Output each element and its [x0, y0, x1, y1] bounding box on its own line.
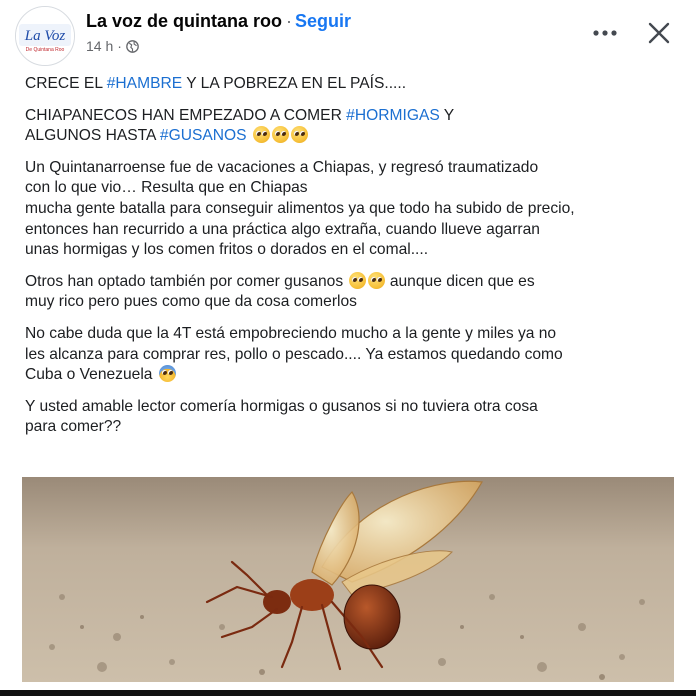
post-photo[interactable] [22, 477, 674, 682]
text-line: CHIAPANECOS HAN EMPEZADO A COMER #HORMIG… [25, 106, 675, 127]
post-timestamp[interactable]: 14 h [86, 38, 113, 54]
text-span: Y [439, 106, 455, 124]
text-line: entonces han recurrido a una práctica al… [25, 220, 540, 238]
text-line: Otros han optado también por comer gusan… [25, 271, 675, 293]
text-span: CHIAPANECOS HAN EMPEZADO A COMER [25, 106, 347, 124]
post-meta: 14 h · [86, 38, 139, 54]
more-options-button[interactable] [590, 18, 620, 48]
hashtag-gusanos[interactable]: #GUSANOS [160, 127, 247, 144]
text-line: CRECE EL #HAMBRE Y LA POBREZA EN EL PAÍS… [25, 74, 675, 95]
text-line: les alcanza para comprar res, pollo o pe… [25, 345, 563, 363]
text-line: con lo que vio… Resulta que en Chiapas [25, 179, 308, 197]
name-separator: · [286, 11, 293, 31]
text-span: aunque dicen que es [389, 272, 535, 290]
globe-icon [126, 39, 139, 53]
text-line: Cuba o Venezuela [25, 365, 675, 386]
winged-ant-photo [22, 477, 674, 682]
post-paragraph-1: CRECE EL #HAMBRE Y LA POBREZA EN EL PAÍS… [25, 74, 675, 95]
text-line: No cabe duda que la 4T está empobreciend… [25, 324, 557, 342]
more-options-icon [593, 30, 617, 36]
hashtag-hormigas[interactable]: #HORMIGAS [346, 107, 440, 124]
name-row: La voz de quintana roo · Seguir [86, 11, 351, 32]
logo-word: La Voz [24, 28, 66, 44]
text-line: ALGUNOS HASTA #GUSANOS [25, 126, 675, 147]
page-logo: La Voz De Quintana Roo [16, 7, 74, 65]
post-paragraph-5: No cabe duda que la 4T está empobreciend… [25, 324, 675, 386]
text-line: mucha gente batalla para conseguir alime… [25, 199, 575, 217]
text-line: para comer?? [25, 418, 122, 436]
meta-separator: · [117, 38, 122, 54]
text-line: Un Quintanarroense fue de vacaciones a C… [25, 158, 539, 176]
text-line: Y usted amable lector comería hormigas o… [25, 397, 538, 415]
pleading-face-emoji [349, 271, 367, 289]
pleading-face-emoji [252, 126, 270, 144]
bottom-border [0, 690, 696, 696]
pleading-face-emoji [271, 126, 289, 144]
post-text: CRECE EL #HAMBRE Y LA POBREZA EN EL PAÍS… [25, 74, 675, 449]
hashtag-hambre[interactable]: #HAMBRE [107, 75, 182, 92]
follow-button[interactable]: Seguir [295, 11, 351, 31]
text-span: Otros han optado también por comer gusan… [25, 272, 344, 290]
page-avatar[interactable]: La Voz De Quintana Roo [15, 6, 75, 66]
post-header: La Voz De Quintana Roo La voz de quintan… [0, 0, 696, 70]
post-paragraph-6: Y usted amable lector comería hormigas o… [25, 397, 675, 438]
text-span: CRECE EL [25, 75, 107, 92]
post-paragraph-4: Otros han optado también por comer gusan… [25, 271, 675, 313]
text-line: unas hormigas y los comen fritos o dorad… [25, 241, 429, 259]
close-icon [648, 22, 670, 44]
fearful-face-emoji [158, 365, 176, 383]
post-paragraph-3: Un Quintanarroense fue de vacaciones a C… [25, 158, 675, 261]
text-span: Cuba o Venezuela [25, 366, 153, 384]
post-paragraph-2: CHIAPANECOS HAN EMPEZADO A COMER #HORMIG… [25, 106, 675, 147]
text-span: Y LA POBREZA EN EL PAÍS..... [182, 75, 407, 92]
pleading-face-emoji [368, 271, 386, 289]
close-button[interactable] [644, 18, 674, 48]
text-line: muy rico pero pues como que da cosa come… [25, 293, 357, 311]
text-span: ALGUNOS HASTA [25, 127, 160, 145]
logo-subtitle: De Quintana Roo [26, 47, 65, 53]
pleading-face-emoji [290, 126, 308, 144]
page-name-link[interactable]: La voz de quintana roo [86, 11, 282, 31]
